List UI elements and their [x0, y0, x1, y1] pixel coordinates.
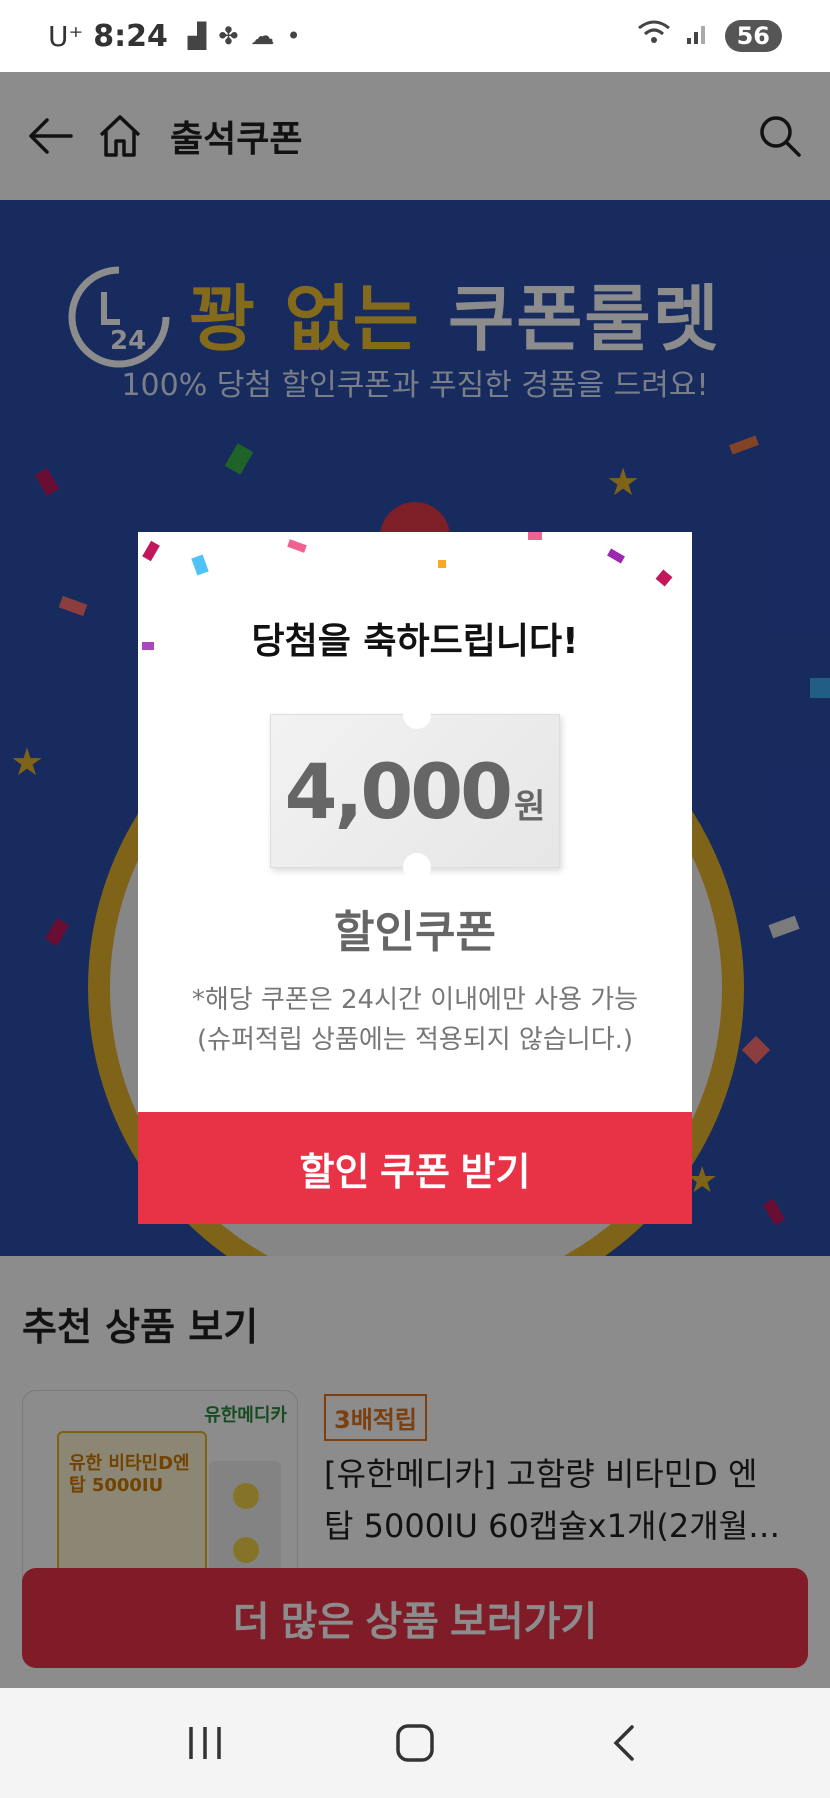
recent-apps-icon[interactable]	[177, 1715, 233, 1771]
home-nav-icon[interactable]	[387, 1715, 443, 1771]
get-coupon-button[interactable]: 할인 쿠폰 받기	[138, 1112, 692, 1224]
note-line-1: *해당 쿠폰은 24시간 이내에만 사용 가능	[191, 985, 639, 1015]
confetti-piece	[287, 539, 307, 553]
wifi-icon	[637, 18, 671, 54]
confetti-piece	[607, 548, 625, 564]
coupon-amount: 4,000	[284, 746, 513, 836]
dot-icon: •	[286, 22, 301, 50]
battery-indicator: 56	[724, 20, 782, 52]
cell-signal-icon	[685, 19, 711, 54]
status-icons: ▟ ✤ ☁ •	[188, 22, 301, 50]
signal-steps-icon: ▟	[187, 22, 207, 50]
coupon-note: *해당 쿠폰은 24시간 이내에만 사용 가능 (슈퍼적립 상품에는 적용되지 …	[138, 980, 692, 1060]
fan-icon: ✤	[218, 22, 239, 50]
confetti-piece	[528, 532, 542, 540]
confetti-piece	[191, 554, 209, 576]
coupon-unit: 원	[514, 786, 546, 827]
ticket-notch	[403, 701, 431, 729]
status-time: 8:24	[93, 18, 168, 54]
confetti-piece	[655, 569, 673, 587]
status-bar: U⁺ 8:24 ▟ ✤ ☁ • 56	[0, 0, 830, 72]
coupon-label: 할인쿠폰	[334, 907, 496, 958]
carrier-label: U⁺	[48, 19, 84, 53]
note-line-2: (슈퍼적립 상품에는 적용되지 않습니다.)	[196, 1025, 634, 1055]
coupon-modal: 당첨을 축하드립니다! 4,000 원 할인쿠폰 *해당 쿠폰은 24시간 이내…	[138, 532, 692, 1224]
coupon-ticket: 4,000 원	[270, 701, 560, 881]
confetti-piece	[142, 540, 160, 562]
back-nav-icon[interactable]	[597, 1715, 653, 1771]
ticket-notch	[403, 853, 431, 881]
modal-title: 당첨을 축하드립니다!	[251, 621, 579, 662]
confetti-piece	[438, 560, 446, 568]
cloud-icon: ☁	[250, 22, 275, 50]
system-nav-bar	[0, 1688, 830, 1798]
status-right: 56	[637, 18, 782, 54]
